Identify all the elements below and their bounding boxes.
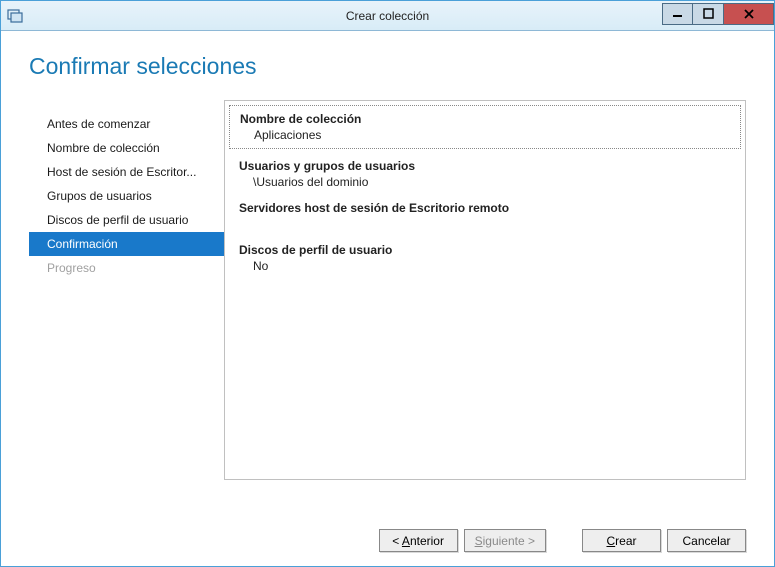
sidebar-item-profile-disks[interactable]: Discos de perfil de usuario	[29, 208, 224, 232]
summary-users-groups-label: Usuarios y grupos de usuarios	[239, 159, 731, 173]
minimize-button[interactable]	[662, 3, 693, 25]
summary-session-hosts-label: Servidores host de sesión de Escritorio …	[239, 201, 731, 215]
previous-button[interactable]: < Anterior	[379, 529, 458, 552]
sidebar: Antes de comenzar Nombre de colección Ho…	[29, 100, 224, 480]
sidebar-item-user-groups[interactable]: Grupos de usuarios	[29, 184, 224, 208]
summary-profile-disks: Discos de perfil de usuario No	[225, 237, 745, 279]
create-button[interactable]: Crear	[582, 529, 661, 552]
close-button[interactable]	[724, 3, 774, 25]
window-title: Crear colección	[346, 9, 429, 23]
minimize-icon	[672, 8, 683, 19]
summary-panel: Nombre de colección Aplicaciones Usuario…	[224, 100, 746, 480]
summary-collection-name: Nombre de colección Aplicaciones	[229, 105, 741, 149]
cancel-button[interactable]: Cancelar	[667, 529, 746, 552]
sidebar-item-collection-name[interactable]: Nombre de colección	[29, 136, 224, 160]
summary-users-groups-value: \Usuarios del dominio	[239, 173, 731, 189]
summary-collection-name-value: Aplicaciones	[240, 126, 730, 142]
sidebar-item-confirmation[interactable]: Confirmación	[29, 232, 224, 256]
button-row: < Anterior Siguiente > Crear Cancelar	[379, 529, 746, 552]
titlebar: Crear colección	[1, 1, 774, 31]
wizard-body: Confirmar selecciones Antes de comenzar …	[1, 31, 774, 566]
next-button: Siguiente >	[464, 529, 546, 552]
sidebar-item-progress: Progreso	[29, 256, 224, 280]
sidebar-item-before-begin[interactable]: Antes de comenzar	[29, 112, 224, 136]
page-title: Confirmar selecciones	[29, 53, 746, 80]
window-controls	[662, 5, 774, 27]
summary-profile-disks-label: Discos de perfil de usuario	[239, 243, 731, 257]
app-icon	[1, 1, 29, 31]
button-spacer	[552, 529, 576, 552]
summary-profile-disks-value: No	[239, 257, 731, 273]
summary-collection-name-label: Nombre de colección	[240, 112, 730, 126]
sidebar-item-session-host[interactable]: Host de sesión de Escritor...	[29, 160, 224, 184]
maximize-button[interactable]	[693, 3, 724, 25]
summary-session-hosts-value	[239, 215, 731, 231]
close-icon	[743, 8, 755, 20]
summary-users-groups: Usuarios y grupos de usuarios \Usuarios …	[225, 153, 745, 195]
content-row: Antes de comenzar Nombre de colección Ho…	[29, 100, 746, 480]
summary-session-hosts: Servidores host de sesión de Escritorio …	[225, 195, 745, 237]
maximize-icon	[703, 8, 714, 19]
